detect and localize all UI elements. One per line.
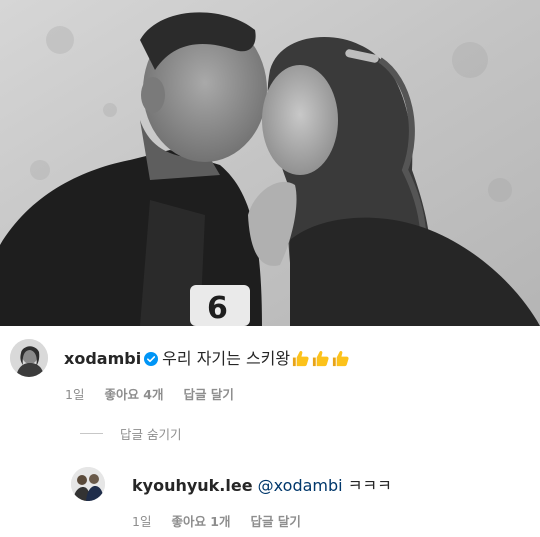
divider bbox=[80, 433, 103, 434]
thumbs-up-icon bbox=[313, 351, 329, 367]
svg-text:6: 6 bbox=[207, 291, 228, 326]
reply-body: kyouhyuk.lee @xodambi ㅋㅋㅋ bbox=[132, 472, 392, 496]
comment-reply-button[interactable]: 답글 달기 bbox=[183, 387, 233, 402]
avatar[interactable] bbox=[71, 467, 105, 501]
comment-username[interactable]: xodambi bbox=[64, 349, 141, 368]
verified-badge-icon bbox=[144, 352, 159, 366]
comment-meta: 1일 좋아요 4개 답글 달기 bbox=[65, 384, 250, 403]
reply-reply-button[interactable]: 답글 달기 bbox=[250, 514, 300, 529]
reply-likes[interactable]: 좋아요 1개 bbox=[171, 514, 230, 529]
reply-text: ㅋㅋㅋ bbox=[347, 476, 392, 495]
avatar-image bbox=[10, 339, 48, 377]
avatar[interactable] bbox=[10, 339, 48, 377]
comment-item: xodambi 우리 자기는 스키왕 1일 좋아요 4개 답글 달기 bbox=[0, 326, 540, 416]
comment-body: xodambi 우리 자기는 스키왕 bbox=[64, 345, 350, 369]
photo-couple-kiss-image: 6 bbox=[0, 0, 540, 326]
comment-likes[interactable]: 좋아요 4개 bbox=[104, 387, 163, 402]
comment-text: 우리 자기는 스키왕 bbox=[162, 349, 291, 368]
avatar-image bbox=[71, 467, 105, 501]
reply-item: kyouhyuk.lee @xodambi ㅋㅋㅋ 1일 좋아요 1개 답글 달… bbox=[0, 455, 540, 537]
reply-time[interactable]: 1일 bbox=[132, 514, 151, 529]
thumbs-up-icon bbox=[333, 351, 349, 367]
hide-replies-button[interactable]: 답글 숨기기 bbox=[80, 424, 181, 443]
instagram-comment-screen: 6 xodambi 우리 자기는 스키왕 1일 좋아요 4개 답글 달기 답글 … bbox=[0, 0, 540, 537]
reply-meta: 1일 좋아요 1개 답글 달기 bbox=[132, 511, 317, 530]
post-photo: 6 bbox=[0, 0, 540, 326]
reply-mention[interactable]: @xodambi bbox=[258, 476, 343, 495]
reply-username[interactable]: kyouhyuk.lee bbox=[132, 476, 253, 495]
comment-time[interactable]: 1일 bbox=[65, 387, 84, 402]
thumbs-up-icon bbox=[293, 351, 309, 367]
hide-replies-label: 답글 숨기기 bbox=[120, 427, 182, 442]
